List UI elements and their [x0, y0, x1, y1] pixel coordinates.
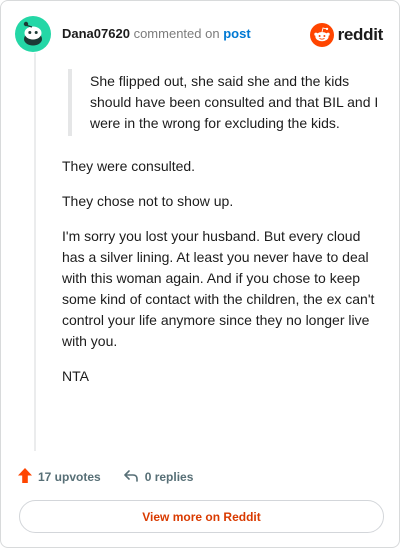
comment-paragraph: They chose not to show up. — [62, 193, 234, 209]
action-text: commented on — [133, 26, 220, 41]
comment-paragraph: I'm sorry you lost your husband. But eve… — [62, 228, 375, 349]
reply-count: 0 replies — [144, 470, 194, 484]
post-link[interactable]: post — [223, 26, 250, 41]
reddit-brand[interactable]: reddit — [309, 22, 384, 48]
upvote-count: 17 upvotes — [38, 470, 101, 484]
reply-arrow-icon[interactable] — [123, 468, 139, 487]
snoo-avatar-icon[interactable] — [15, 16, 51, 52]
upvote-group[interactable]: 17 upvotes — [17, 467, 101, 487]
comment-body: She flipped out, she said she and the ki… — [62, 65, 380, 387]
upvote-arrow-icon[interactable] — [17, 467, 33, 487]
view-more-button[interactable]: View more on Reddit — [19, 500, 384, 533]
reddit-wordmark: reddit — [337, 25, 384, 44]
blockquote: She flipped out, she said she and the ki… — [68, 69, 380, 136]
comment-paragraph: NTA — [62, 368, 89, 384]
reddit-logo-icon — [309, 23, 334, 47]
comment-meta: Dana07620 commented on post — [62, 26, 251, 41]
comment-paragraph: They were consulted. — [62, 158, 196, 174]
comment-footer: 17 upvotes 0 replies — [17, 467, 193, 487]
thread-line — [34, 53, 36, 451]
reply-group[interactable]: 0 replies — [123, 468, 194, 487]
username-link[interactable]: Dana07620 — [62, 26, 130, 41]
comment-header: Dana07620 commented on post reddit — [15, 16, 385, 52]
comment-embed-card: Dana07620 commented on post reddit She f… — [0, 0, 400, 548]
